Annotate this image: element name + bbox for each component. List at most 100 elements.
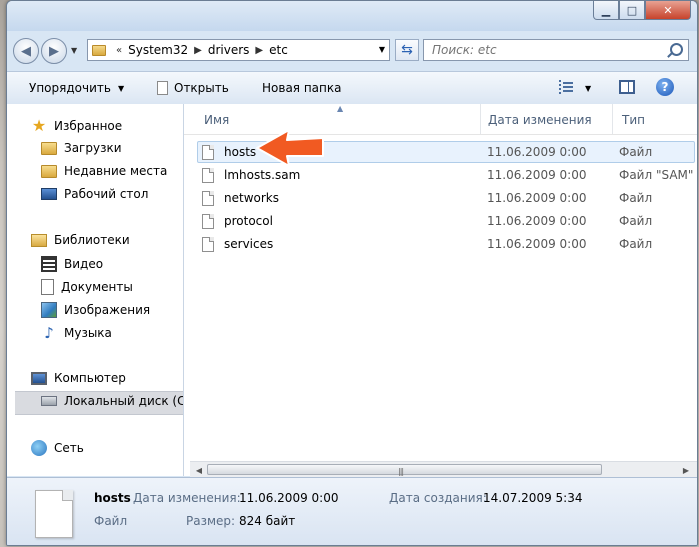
sidebar-item-label: Недавние места: [64, 164, 168, 178]
breadcrumb-separator-icon[interactable]: ▶: [194, 45, 202, 56]
scroll-left-icon[interactable]: ◀: [192, 464, 206, 476]
scrollbar-thumb[interactable]: |||: [207, 464, 602, 476]
drive-icon: [41, 396, 57, 406]
document-icon: [157, 81, 168, 95]
file-icon: [202, 167, 214, 183]
libraries-icon: [31, 233, 47, 247]
forward-button[interactable]: ▶: [41, 38, 67, 64]
column-divider[interactable]: [480, 104, 481, 134]
file-row-protocol[interactable]: protocol 11.06.2009 0:00 Файл: [198, 210, 696, 232]
column-divider[interactable]: [612, 104, 613, 134]
file-type: Файл: [619, 145, 653, 159]
star-icon: ★: [31, 116, 47, 135]
video-library-icon: [41, 256, 57, 272]
file-date: 11.06.2009 0:00: [487, 168, 587, 182]
new-folder-button[interactable]: Новая папка: [262, 81, 341, 95]
file-row-networks[interactable]: networks 11.06.2009 0:00 Файл: [198, 187, 696, 209]
file-icon: [202, 190, 214, 206]
file-type: Файл: [619, 214, 653, 228]
file-row-lmhosts[interactable]: lmhosts.sam 11.06.2009 0:00 Файл "SAM": [198, 164, 696, 186]
chevron-down-icon: ▼: [117, 83, 125, 93]
sidebar-item-music[interactable]: ♪ Музыка: [41, 325, 112, 341]
sidebar-item-local-disk[interactable]: Локальный диск (C: [41, 394, 185, 408]
desktop-icon: [41, 188, 57, 200]
file-date: 11.06.2009 0:00: [487, 214, 587, 228]
file-type: Файл: [619, 237, 653, 251]
navigation-pane: ★ Избранное Загрузки Недавние места Рабо…: [7, 104, 185, 476]
sidebar-item-video[interactable]: Видео: [41, 256, 103, 272]
file-name: networks: [224, 191, 279, 205]
sidebar-item-images[interactable]: Изображения: [41, 302, 150, 318]
sidebar-libraries-label: Библиотеки: [54, 233, 130, 247]
explorer-window: ▁ □ ✕ ◀ ▶ ▼ « System32 ▶ drivers ▶ etc ▼…: [6, 0, 698, 546]
breadcrumb-system32[interactable]: System32: [128, 43, 188, 57]
title-bar: ▁ □ ✕: [7, 1, 697, 31]
horizontal-scrollbar[interactable]: ◀ ||| ▶: [190, 461, 697, 478]
sidebar-item-desktop[interactable]: Рабочий стол: [41, 187, 148, 201]
scroll-grip-icon: |||: [398, 467, 404, 476]
details-size-value: 824 байт: [239, 514, 296, 528]
sidebar-item-label: Загрузки: [64, 141, 122, 155]
file-row-services[interactable]: services 11.06.2009 0:00 Файл: [198, 233, 696, 255]
new-folder-label: Новая папка: [262, 81, 342, 95]
forward-arrow-icon: ▶: [49, 43, 59, 59]
file-name: protocol: [224, 214, 273, 228]
file-date: 11.06.2009 0:00: [487, 145, 587, 159]
file-date: 11.06.2009 0:00: [487, 191, 587, 205]
minimize-button[interactable]: ▁: [593, 1, 619, 20]
sidebar-item-documents[interactable]: Документы: [41, 279, 133, 295]
view-options-icon[interactable]: [559, 80, 573, 94]
sidebar-item-label: Рабочий стол: [64, 187, 149, 201]
back-arrow-icon: ◀: [21, 43, 31, 59]
recent-places-icon: [41, 164, 57, 178]
back-button[interactable]: ◀: [13, 38, 39, 64]
column-header-type[interactable]: Тип: [622, 113, 645, 127]
sidebar-item-label: Изображения: [64, 303, 151, 317]
search-box[interactable]: [423, 39, 689, 61]
sidebar-network[interactable]: Сеть: [31, 440, 84, 456]
details-size-label: Размер:: [186, 514, 236, 528]
open-button[interactable]: Открыть: [157, 81, 229, 95]
address-dropdown-icon[interactable]: ▼: [379, 45, 385, 54]
scroll-right-icon[interactable]: ▶: [679, 464, 693, 476]
sidebar-item-recent-places[interactable]: Недавние места: [41, 164, 167, 178]
breadcrumb-etc[interactable]: etc: [269, 43, 288, 57]
search-icon[interactable]: [670, 43, 683, 56]
file-type: Файл: [619, 191, 653, 205]
computer-icon: [31, 371, 47, 385]
help-icon[interactable]: ?: [656, 78, 674, 96]
overflow-chevron-icon[interactable]: «: [116, 45, 122, 56]
close-button[interactable]: ✕: [645, 1, 691, 20]
sidebar-favorites[interactable]: ★ Избранное: [31, 118, 122, 134]
view-options-dropdown-icon[interactable]: ▼: [585, 84, 591, 93]
column-header-name[interactable]: Имя: [204, 113, 229, 127]
annotation-arrow-icon: [256, 129, 324, 166]
sidebar-item-label: Видео: [64, 257, 104, 271]
open-label: Открыть: [174, 81, 229, 95]
maximize-button[interactable]: □: [619, 1, 645, 20]
search-input[interactable]: [430, 42, 654, 58]
sidebar-libraries[interactable]: Библиотеки: [31, 233, 130, 247]
file-name: services: [224, 237, 274, 251]
sidebar-item-label: Локальный диск (C: [64, 394, 186, 408]
details-modified-label: Дата изменения:: [133, 491, 241, 505]
organize-button[interactable]: Упорядочить ▼: [29, 81, 124, 95]
recent-pages-dropdown[interactable]: ▼: [71, 46, 77, 55]
pictures-library-icon: [41, 302, 57, 318]
sidebar-favorites-label: Избранное: [54, 119, 123, 133]
breadcrumb-separator-icon[interactable]: ▶: [255, 45, 263, 56]
sort-ascending-icon: ▲: [337, 104, 344, 113]
command-bar: Упорядочить ▼ Открыть Новая папка ▼ ?: [7, 71, 697, 105]
caption-buttons: ▁ □ ✕: [593, 1, 691, 21]
column-header-date[interactable]: Дата изменения: [488, 113, 592, 127]
sidebar-item-downloads[interactable]: Загрузки: [41, 141, 122, 155]
refresh-button[interactable]: ⇆: [395, 39, 419, 61]
file-date: 11.06.2009 0:00: [487, 237, 587, 251]
sidebar-computer[interactable]: Компьютер: [31, 371, 126, 385]
preview-pane-icon[interactable]: [619, 80, 635, 94]
address-bar[interactable]: « System32 ▶ drivers ▶ etc ▼: [87, 39, 390, 61]
details-file-type: Файл: [94, 514, 128, 528]
sidebar-network-label: Сеть: [54, 441, 84, 455]
breadcrumb-drivers[interactable]: drivers: [208, 43, 250, 57]
details-created-label: Дата создания:: [389, 491, 487, 505]
